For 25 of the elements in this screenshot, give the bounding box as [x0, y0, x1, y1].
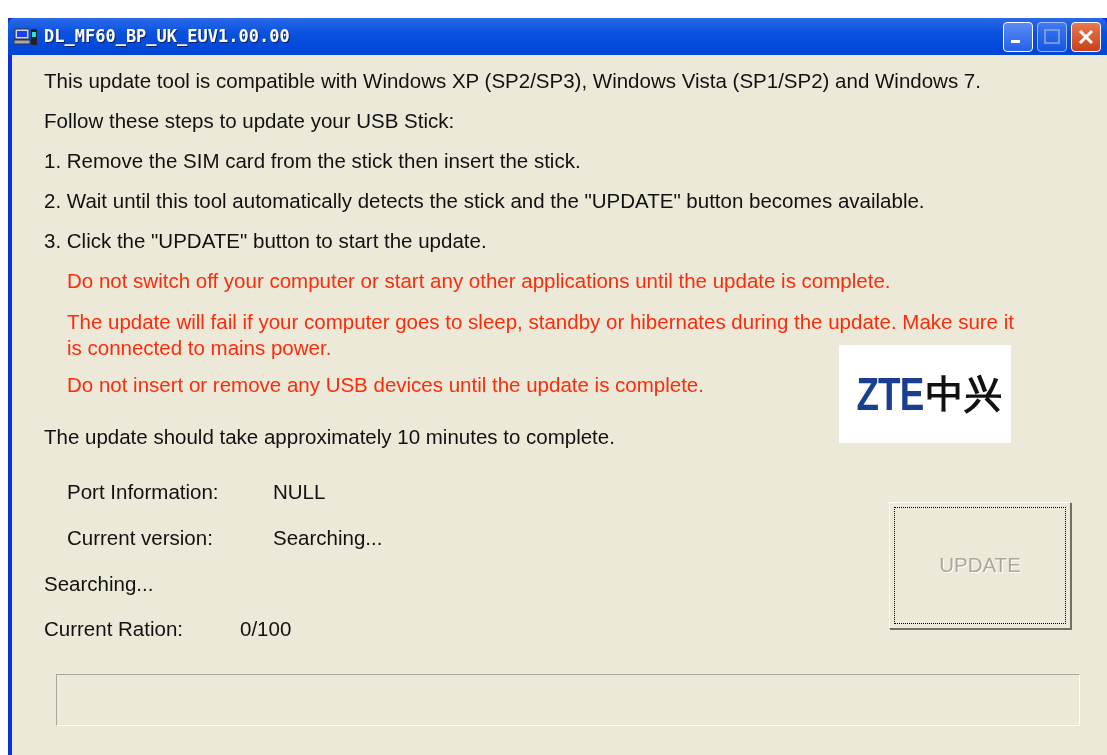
info-value: NULL — [273, 480, 326, 504]
computer-phone-icon — [14, 26, 38, 47]
instruction-text: 3. Click the "UPDATE" button to start the update. — [44, 229, 488, 253]
ration-label: Current Ration: — [44, 617, 184, 641]
logo-text: ZTE — [856, 366, 924, 422]
minimize-icon — [1010, 40, 1020, 43]
info-label: Current version: — [67, 526, 214, 550]
instruction-text: 2. Wait until this tool automatically detects the stick and the "UPDATE" button becomes available. — [44, 189, 926, 213]
window-title: DL_MF60_BP_UK_EUV1.00.00 — [44, 24, 290, 48]
warning-text: Do not switch off your computer or start any other applications until the update is complete. — [67, 269, 892, 293]
logo-text: 中兴 — [925, 371, 1002, 417]
duration-text: The update should take approximately 10 minutes to complete. — [44, 425, 616, 449]
close-icon — [1078, 28, 1094, 45]
info-label: Port Information: — [67, 480, 220, 504]
info-value: Searching... — [273, 526, 383, 550]
instruction-text: Follow these steps to update your USB Stick: — [44, 109, 456, 133]
maximize-icon — [1043, 27, 1061, 46]
minimize-button[interactable] — [1003, 21, 1033, 52]
warning-text: Do not insert or remove any USB devices until the update is complete. — [67, 373, 705, 397]
status-text: Searching... — [44, 572, 155, 596]
instruction-text: This update tool is compatible with Windows XP (SP2/SP3), Windows Vista (SP1/SP2) and Windows 7. — [44, 69, 982, 93]
close-button[interactable] — [1071, 21, 1101, 52]
instruction-text: 1. Remove the SIM card from the stick then insert the stick. — [44, 149, 582, 173]
ration-value: 0/100 — [240, 617, 292, 641]
warning-text: The update will fail if your computer goes to sleep, standby or hibernates during the update. Make sure it is connected to mains power. — [67, 309, 1015, 361]
